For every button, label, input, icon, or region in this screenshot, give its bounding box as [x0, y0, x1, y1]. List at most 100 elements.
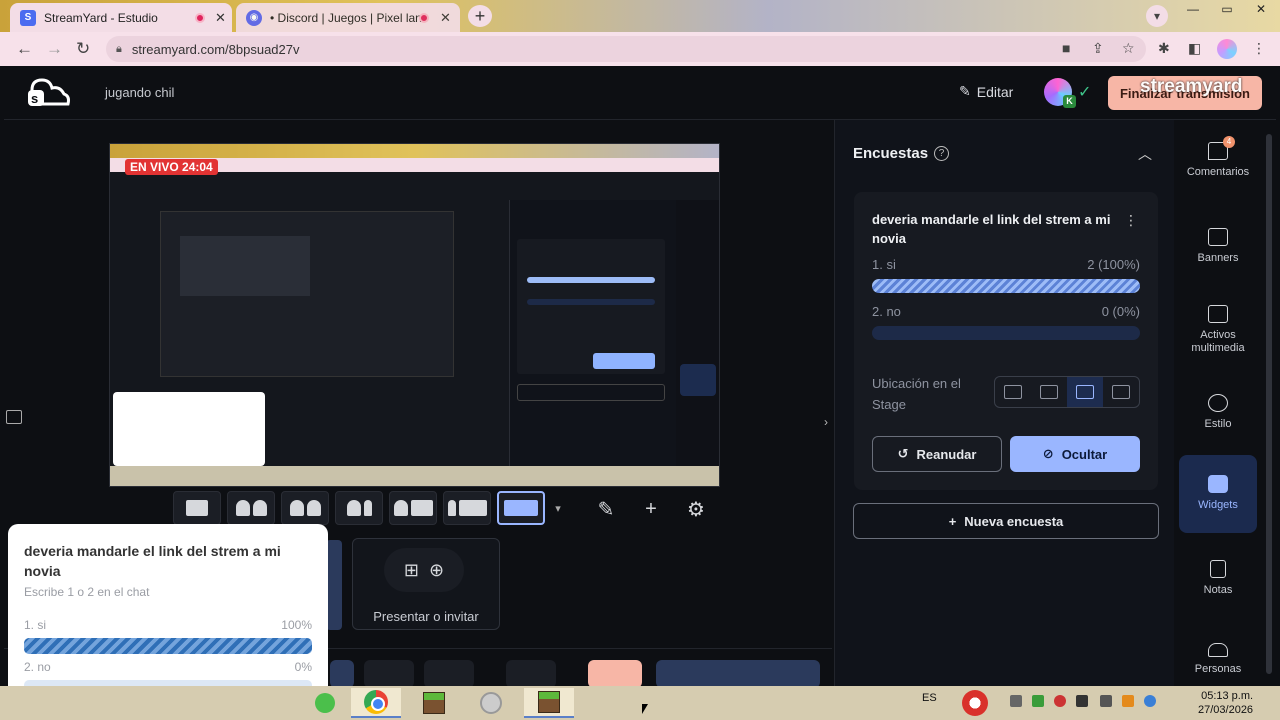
close-tab-icon[interactable]: ✕	[440, 10, 451, 26]
network-icon[interactable]	[1076, 695, 1088, 707]
rail-item-activos[interactable]: Activos multimedia	[1179, 305, 1257, 357]
restart-icon: ↺	[897, 446, 909, 461]
tray-icon[interactable]	[1032, 695, 1044, 707]
tray-icon[interactable]	[1010, 695, 1022, 707]
layout-solo-button[interactable]	[173, 491, 221, 525]
layout-more-chevron-icon[interactable]: ▾	[551, 491, 565, 525]
taskbar-antivirus[interactable]	[950, 688, 1000, 718]
bottom-recording-button[interactable]	[656, 660, 820, 688]
overlay-option-pct: 100%	[281, 618, 312, 632]
resume-button[interactable]: ↺ Reanudar	[872, 436, 1002, 472]
forward-button[interactable]: →	[46, 39, 63, 59]
close-window-button[interactable]: ✕	[1244, 0, 1278, 18]
recording-icon	[419, 12, 429, 23]
maximize-button[interactable]: ▭	[1210, 0, 1244, 18]
edit-layout-pencil-icon[interactable]: ✎	[593, 496, 619, 522]
tray-icon[interactable]	[1144, 695, 1156, 707]
tray-icon[interactable]	[1054, 695, 1066, 707]
layout-group-button[interactable]	[227, 491, 275, 525]
overlay-option-label: 2. no	[24, 660, 51, 674]
taskbar-minecraft-2[interactable]	[524, 688, 574, 718]
scrollbar-thumb[interactable]	[1266, 134, 1272, 674]
rail-item-personas[interactable]: Personas	[1179, 643, 1257, 683]
preview-overlay-poll	[113, 392, 265, 466]
rail-item-estilo[interactable]: Estilo	[1179, 394, 1257, 434]
share-icon[interactable]: ⇪	[1092, 40, 1104, 57]
location-top-left-button[interactable]	[995, 377, 1031, 407]
close-tab-icon[interactable]: ✕	[215, 10, 226, 26]
volume-icon[interactable]	[1100, 695, 1112, 707]
stage-location-selector	[994, 376, 1140, 408]
bottom-share-button[interactable]	[588, 660, 642, 688]
location-bottom-right-button[interactable]	[1103, 377, 1139, 407]
layout-screen-button[interactable]	[443, 491, 491, 525]
tab-streamyard[interactable]: S StreamYard - Estudio ✕	[10, 3, 232, 32]
bottom-invite-button[interactable]	[424, 660, 474, 688]
url-field[interactable]: 🔒︎ streamyard.com/8bpsuad27v	[106, 36, 1146, 62]
tab-search-button[interactable]: ▾	[1146, 5, 1168, 27]
overlay-option-pct: 0%	[294, 660, 312, 674]
banner-icon	[1208, 228, 1228, 246]
location-top-right-button[interactable]	[1031, 377, 1067, 407]
taskbar-clock[interactable]: 05:13 p.m. 27/03/2026	[1198, 689, 1253, 717]
poll-menu-icon[interactable]: ⋮	[1124, 212, 1138, 229]
person-icon	[252, 500, 267, 516]
location-bottom-left-button[interactable]	[1067, 377, 1103, 407]
media-icon	[1208, 305, 1228, 323]
layout-fullscreen-button[interactable]	[497, 491, 545, 525]
bottom-settings-button[interactable]	[506, 660, 556, 688]
taskbar-chrome[interactable]	[351, 688, 401, 718]
reload-button[interactable]: ↻	[76, 39, 90, 59]
layout-toggle-icon[interactable]	[6, 410, 22, 424]
bottom-mic-button[interactable]	[330, 660, 354, 688]
eye-off-icon: ⊘	[1042, 446, 1054, 461]
language-indicator[interactable]: ES	[922, 692, 937, 704]
person-icon	[289, 500, 304, 516]
back-button[interactable]: ←	[16, 39, 33, 59]
preview-rail	[676, 200, 719, 486]
extensions-icon[interactable]: ✱	[1158, 40, 1170, 57]
rail-item-widgets[interactable]: Widgets	[1179, 455, 1257, 533]
taskbar-disc-app[interactable]	[466, 688, 516, 718]
help-icon[interactable]: ?	[934, 146, 950, 161]
menu-icon[interactable]: ⋮	[1252, 40, 1266, 57]
page-scrollbar[interactable]	[1262, 120, 1276, 686]
preview-bar-si	[527, 277, 655, 283]
camera-slot[interactable]	[326, 540, 342, 630]
layout-sidebar-button[interactable]	[389, 491, 437, 525]
sidebar-icon[interactable]: ◧	[1188, 40, 1201, 57]
avatar[interactable]: K	[1044, 78, 1076, 108]
stage-location-label: Ubicación en el Stage	[872, 376, 961, 412]
taskbar-app-green[interactable]	[300, 688, 350, 718]
taskbar-minecraft[interactable]	[409, 688, 459, 718]
bottom-cam-button[interactable]	[364, 660, 414, 688]
broadcast-title[interactable]: jugando chil	[105, 85, 174, 100]
present-invite-icons[interactable]: ⊞ ⊕	[384, 548, 464, 592]
overlay-option-bar	[24, 638, 312, 654]
chevron-up-icon[interactable]: ︿	[1138, 144, 1152, 164]
lock-icon: 🔒︎	[116, 42, 122, 55]
chrome-icon	[364, 690, 388, 714]
streamyard-logo-icon: s	[28, 78, 70, 106]
poll-option-bar	[872, 326, 1140, 340]
add-plus-icon[interactable]: +	[638, 496, 664, 522]
rail-item-banners[interactable]: Banners	[1179, 228, 1257, 268]
bookmark-star-icon[interactable]: ☆	[1122, 40, 1135, 57]
overlay-poll-card: deveria mandarle el link del strem a mi …	[8, 524, 328, 710]
layout-thin-button[interactable]	[335, 491, 383, 525]
new-poll-button[interactable]: + Nueva encuesta	[853, 503, 1159, 539]
layout-leader-button[interactable]	[281, 491, 329, 525]
hide-button[interactable]: ⊘ Ocultar	[1010, 436, 1140, 472]
profile-avatar[interactable]	[1217, 39, 1237, 59]
edit-button[interactable]: ✎ Editar	[959, 83, 1013, 100]
tray-icon[interactable]	[1122, 695, 1134, 707]
settings-gear-icon[interactable]: ⚙	[683, 496, 709, 522]
minimize-button[interactable]: —	[1176, 0, 1210, 18]
collapse-panel-chevron-icon[interactable]: ›	[818, 404, 834, 440]
new-tab-button[interactable]: +	[468, 5, 492, 27]
rail-item-comentarios[interactable]: 4 Comentarios	[1179, 136, 1257, 192]
camera-icon[interactable]: ■	[1062, 40, 1070, 56]
person-icon	[346, 500, 361, 516]
rail-item-notas[interactable]: Notas	[1179, 560, 1257, 600]
tab-discord[interactable]: ◉ • Discord | Juegos | Pixel lan ✕	[236, 3, 460, 32]
